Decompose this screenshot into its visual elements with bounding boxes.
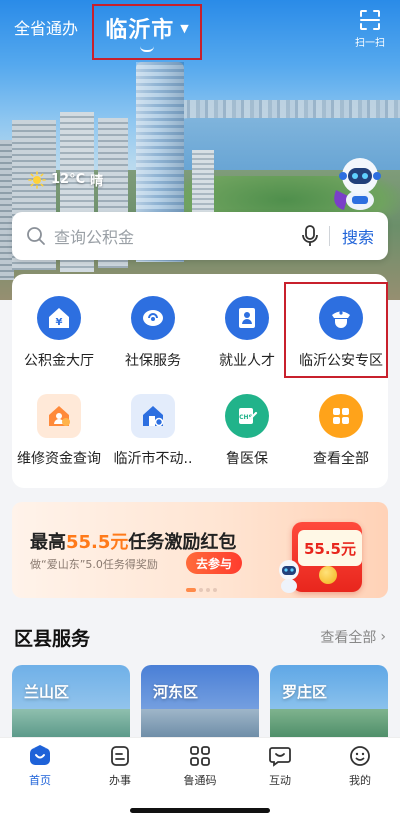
weather-widget: 12°C 晴 (28, 170, 103, 189)
microphone-icon[interactable] (301, 225, 319, 247)
chat-icon (269, 747, 291, 767)
service-employment[interactable]: 就业人才 (200, 296, 294, 370)
robot-mascot-small (279, 560, 299, 593)
housing-fund-icon: ¥ (37, 296, 81, 340)
promo-amount: 55.5元 (66, 532, 129, 553)
scan-icon (360, 10, 380, 30)
repair-fund-icon (37, 394, 81, 438)
city-selector[interactable]: 临沂市 ▼ (92, 4, 202, 60)
district-card[interactable]: 兰山区 (12, 665, 130, 737)
service-social-security[interactable]: 社保服务 (106, 296, 200, 370)
qr-code-icon (190, 746, 210, 766)
medical-insurance-icon: CHS (225, 394, 269, 438)
service-label: 鲁医保 (226, 451, 268, 467)
chevron-right-icon: › (380, 629, 386, 645)
service-real-estate[interactable]: 临沂市不动.. (106, 394, 200, 468)
tab-home[interactable]: 首页 (0, 744, 80, 788)
tab-label: 互动 (269, 774, 291, 787)
province-service-link[interactable]: 全省通办 (14, 15, 78, 39)
district-name: 罗庄区 (282, 683, 328, 701)
tab-label: 鲁通码 (183, 774, 217, 787)
tab-chat[interactable]: 互动 (240, 744, 320, 788)
service-label: 公积金大厅 (24, 353, 94, 369)
promo-suffix: 任务激励红包 (128, 532, 237, 553)
district-section-title: 区县服务 (14, 628, 91, 650)
carousel-indicator (186, 588, 217, 592)
promo-subtitle: 做“爱山东”5.0任务得奖励 (30, 558, 158, 571)
tab-label: 我的 (349, 774, 371, 787)
all-apps-icon (319, 394, 363, 438)
sun-icon (28, 170, 46, 189)
service-label: 就业人才 (219, 353, 275, 369)
coin-icon (319, 566, 337, 584)
city-name: 临沂市 (105, 18, 175, 43)
tab-label: 首页 (29, 774, 51, 787)
district-name: 兰山区 (24, 683, 70, 701)
tab-profile[interactable]: 我的 (320, 744, 400, 788)
service-housing-fund[interactable]: ¥ 公积金大厅 (12, 296, 106, 370)
weather-temp: 12°C (51, 172, 86, 187)
tab-tasks[interactable]: 办事 (80, 744, 160, 788)
view-all-services[interactable]: 查看全部 (294, 394, 388, 468)
district-card[interactable]: 罗庄区 (270, 665, 388, 737)
search-input[interactable]: 查询公积金 (54, 224, 301, 248)
scan-label: 扫一扫 (355, 38, 385, 49)
scan-button[interactable]: 扫一扫 (348, 8, 392, 49)
robot-mascot[interactable] (326, 150, 390, 214)
promo-headline: 最高55.5元任务激励红包 (30, 528, 236, 554)
home-icon (30, 745, 50, 765)
social-security-icon (131, 296, 175, 340)
service-label: 社保服务 (125, 353, 181, 369)
real-estate-icon (131, 394, 175, 438)
service-repair-fund[interactable]: 维修资金查询 (12, 394, 106, 468)
profile-icon (350, 746, 370, 766)
svg-text:¥: ¥ (56, 317, 63, 328)
search-button[interactable]: 搜索 (330, 224, 388, 248)
district-name: 河东区 (153, 683, 199, 701)
service-label: 维修资金查询 (17, 451, 101, 467)
home-indicator (130, 808, 270, 813)
tab-qr-code[interactable]: 鲁通码 (160, 744, 240, 788)
service-label: 查看全部 (313, 451, 369, 467)
smile-icon (140, 46, 154, 52)
promo-prefix: 最高 (30, 532, 66, 553)
search-icon (26, 226, 46, 246)
promo-banner[interactable]: 最高55.5元任务激励红包 做“爱山东”5.0任务得奖励 去参与 55.5元 (12, 502, 388, 598)
district-view-all[interactable]: 查看全部 › (320, 627, 386, 647)
weather-condition: 晴 (90, 174, 104, 189)
view-all-label: 查看全部 (320, 630, 377, 646)
join-button[interactable]: 去参与 (186, 552, 243, 574)
highlight-box (284, 282, 388, 378)
service-label: 临沂市不动.. (113, 451, 193, 467)
envelope-card: 55.5元 (298, 530, 362, 566)
tasks-icon (111, 746, 129, 766)
tab-label: 办事 (109, 774, 131, 787)
service-medical-insurance[interactable]: CHS 鲁医保 (200, 394, 294, 468)
employment-icon (225, 296, 269, 340)
district-card[interactable]: 河东区 (141, 665, 259, 737)
caret-down-icon: ▼ (180, 21, 189, 35)
search-bar[interactable]: 查询公积金 搜索 (12, 212, 388, 260)
